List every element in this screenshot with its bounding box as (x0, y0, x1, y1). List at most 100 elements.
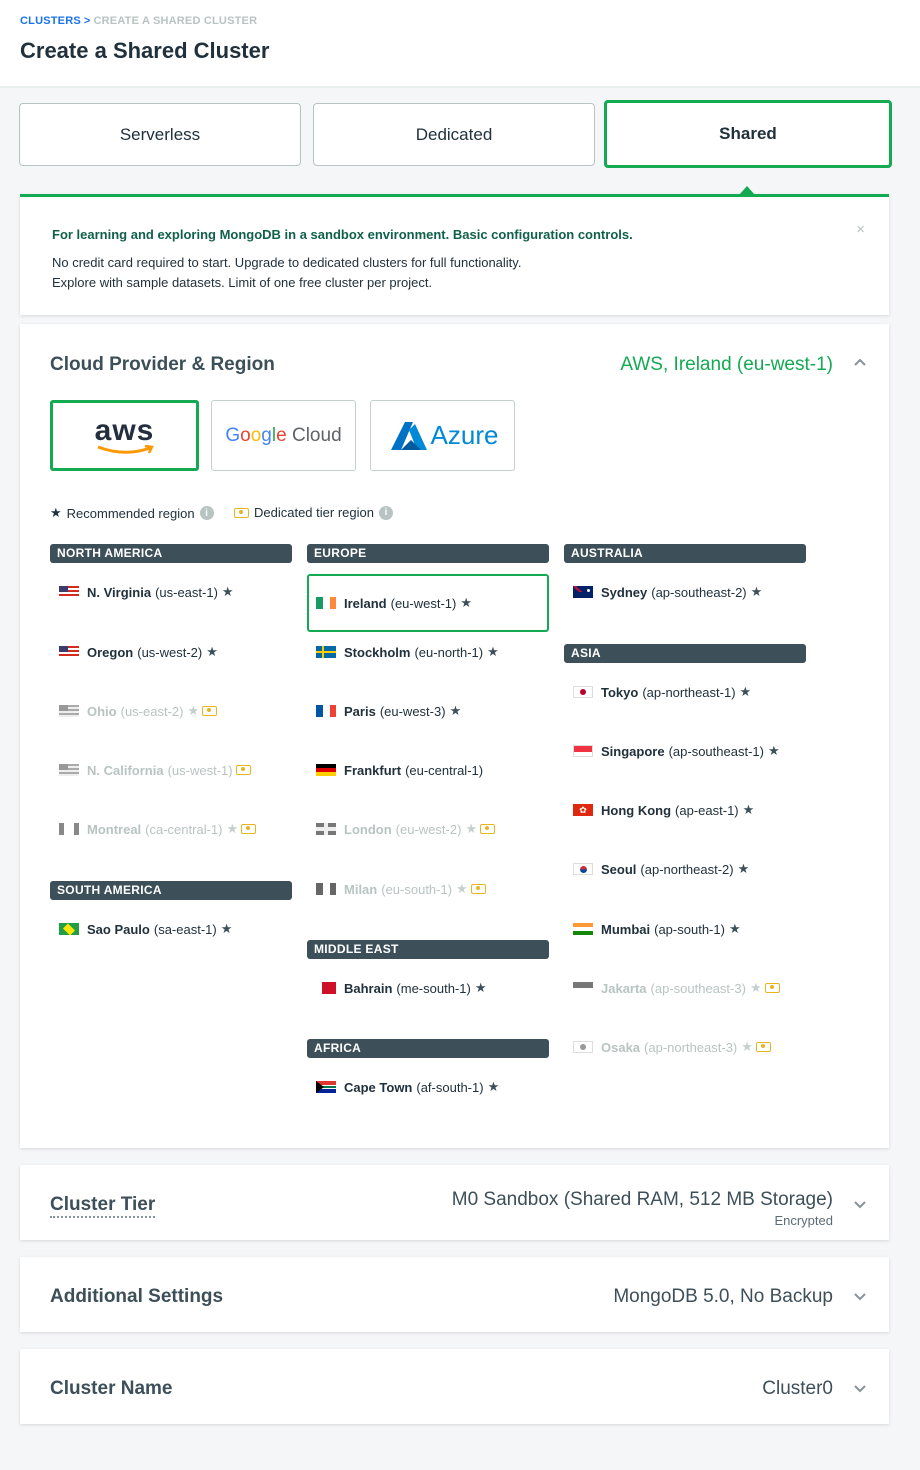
dedicated-tier-icon (764, 983, 780, 993)
region-code: (ap-southeast-2) (651, 584, 747, 600)
dedicated-type-button[interactable]: Dedicated (313, 103, 595, 166)
aws-provider-button[interactable]: aws (50, 400, 199, 471)
info-icon[interactable]: i (199, 506, 214, 520)
star-icon: ★ (737, 861, 750, 876)
region-eu-central-1[interactable]: Frankfurt (eu-central-1) (307, 742, 549, 798)
us-flag-icon (59, 586, 79, 598)
region-eu-north-1[interactable]: Stockholm (eu-north-1) ★ (307, 624, 549, 680)
region-eu-west-2[interactable]: London (eu-west-2) ★ (307, 801, 549, 857)
cluster-tier-card[interactable]: Cluster Tier M0 Sandbox (Shared RAM, 512… (20, 1165, 889, 1240)
region-name: N. Virginia (87, 584, 152, 600)
star-icon: ★ (750, 584, 763, 599)
region-us-west-2[interactable]: Oregon (us-west-2) ★ (50, 624, 292, 680)
chevron-down-icon[interactable] (853, 1289, 867, 1303)
cluster-name-title: Cluster Name (50, 1378, 173, 1399)
region-code: (us-west-2) (137, 644, 203, 660)
region-code: (ap-northeast-3) (644, 1039, 738, 1055)
dedicated-tier-icon (202, 706, 218, 716)
indonesia-flag-icon (573, 982, 593, 994)
region-name: N. California (87, 762, 164, 778)
page-title: Create a Shared Cluster (20, 38, 270, 63)
region-us-east-2[interactable]: Ohio (us-east-2) ★ (50, 683, 292, 739)
shared-info-banner: For learning and exploring MongoDB in a … (20, 194, 889, 315)
region-af-south-1[interactable]: Cape Town (af-south-1) ★ (307, 1059, 549, 1115)
cluster-tier-title-wrap: Cluster Tier (50, 1194, 156, 1218)
region-ap-east-1[interactable]: ✿ Hong Kong (ap-east-1) ★ (564, 782, 806, 838)
cluster-name-card[interactable]: Cluster Name Cluster0 (20, 1349, 889, 1424)
legend-dedicated: Dedicated tier region i (234, 505, 393, 520)
region-ap-northeast-3[interactable]: Osaka (ap-northeast-3) ★ (564, 1019, 806, 1075)
info-heading: For learning and exploring MongoDB in a … (52, 227, 633, 242)
star-icon: ★ (220, 921, 233, 936)
region-code: (eu-west-3) (379, 703, 446, 719)
region-me-south-1[interactable]: Bahrain (me-south-1) ★ (307, 960, 549, 1016)
region-code: (ca-central-1) (145, 821, 223, 837)
legend-dedicated-label: Dedicated tier region (254, 505, 374, 520)
additional-settings-card[interactable]: Additional Settings MongoDB 5.0, No Back… (20, 1257, 889, 1332)
region-code: (ap-northeast-2) (640, 861, 734, 877)
star-icon: ★ (487, 1079, 500, 1094)
info-icon[interactable]: i (378, 505, 393, 520)
continent-header-north-america: NORTH AMERICA (50, 544, 292, 563)
region-name: Sydney (601, 584, 648, 600)
azure-provider-button[interactable]: Azure (370, 400, 515, 471)
region-us-east-1[interactable]: N. Virginia (us-east-1) ★ (50, 564, 292, 620)
singapore-flag-icon (573, 745, 593, 757)
region-eu-south-1[interactable]: Milan (eu-south-1) ★ (307, 861, 549, 917)
region-ca-central-1[interactable]: Montreal (ca-central-1) ★ (50, 801, 292, 857)
dedicated-tier-icon (480, 824, 496, 834)
region-code: (us-east-2) (120, 703, 184, 719)
legend-recommended: ★ Recommended region i (50, 505, 214, 521)
hong-kong-flag-icon: ✿ (573, 804, 593, 816)
japan-flag-icon (573, 1041, 593, 1053)
region-code: (af-south-1) (416, 1079, 484, 1095)
region-ap-south-1[interactable]: Mumbai (ap-south-1) ★ (564, 901, 806, 957)
region-sa-east-1[interactable]: Sao Paulo (sa-east-1) ★ (50, 901, 292, 957)
chevron-down-icon[interactable] (853, 1381, 867, 1395)
provider-section-value: AWS, Ireland (eu-west-1) (620, 354, 833, 375)
google-cloud-logo: Google Cloud (225, 424, 342, 446)
region-ap-northeast-1[interactable]: Tokyo (ap-northeast-1) ★ (564, 664, 806, 720)
region-code: (eu-north-1) (414, 644, 484, 660)
aws-logo: aws (95, 415, 155, 455)
legend-recommended-label: Recommended region (66, 505, 195, 521)
continent-header-africa: AFRICA (307, 1039, 549, 1058)
chevron-up-icon[interactable] (853, 356, 867, 370)
chevron-down-icon[interactable] (853, 1197, 867, 1211)
star-icon: ★ (226, 821, 239, 836)
region-ap-southeast-2[interactable]: Sydney (ap-southeast-2) ★ (564, 564, 806, 620)
star-icon: ★ (749, 980, 762, 995)
region-name: Frankfurt (344, 762, 402, 778)
region-name: Seoul (601, 861, 637, 877)
south-africa-flag-icon (316, 1081, 336, 1093)
region-ap-northeast-2[interactable]: Seoul (ap-northeast-2) ★ (564, 841, 806, 897)
region-ap-southeast-3[interactable]: Jakarta (ap-southeast-3) ★ (564, 960, 806, 1016)
azure-logo-icon (390, 421, 427, 450)
region-code: (us-west-1) (167, 762, 233, 778)
region-code: (us-east-1) (155, 584, 218, 600)
korea-flag-icon (573, 863, 593, 875)
region-name: Sao Paulo (87, 921, 150, 937)
italy-flag-icon (316, 883, 336, 895)
breadcrumb-clusters-link[interactable]: CLUSTERS (20, 15, 81, 27)
continent-header-australia: AUSTRALIA (564, 544, 806, 563)
region-eu-west-3[interactable]: Paris (eu-west-3) ★ (307, 683, 549, 739)
star-icon: ★ (739, 684, 752, 699)
region-code: (ap-south-1) (654, 921, 725, 937)
region-ap-southeast-1[interactable]: Singapore (ap-southeast-1) ★ (564, 723, 806, 779)
region-us-west-1[interactable]: N. California (us-west-1) (50, 742, 292, 798)
continent-header-middle-east: MIDDLE EAST (307, 940, 549, 959)
region-name: Osaka (601, 1039, 641, 1055)
region-name: Jakarta (601, 980, 647, 996)
azure-label: Azure (430, 420, 499, 450)
shared-type-button[interactable]: Shared (604, 100, 892, 168)
cluster-tier-title[interactable]: Cluster Tier (50, 1194, 156, 1218)
close-icon[interactable]: × (856, 221, 865, 238)
dedicated-tier-icon (241, 824, 257, 834)
google-cloud-provider-button[interactable]: Google Cloud (211, 400, 356, 471)
serverless-type-button[interactable]: Serverless (19, 103, 301, 166)
star-icon: ★ (456, 881, 468, 896)
star-icon: ★ (460, 595, 473, 610)
star-icon: ★ (742, 802, 755, 817)
region-name: Singapore (601, 743, 665, 759)
